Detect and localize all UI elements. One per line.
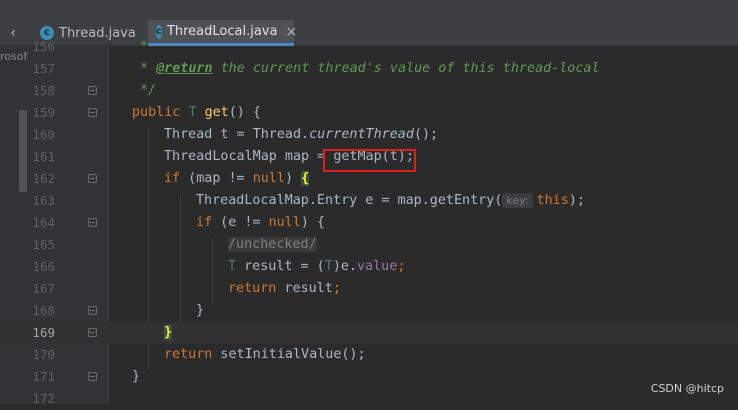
code-line[interactable]: 167 return result;	[0, 278, 738, 300]
line-number: 158	[32, 83, 55, 98]
line-number: 171	[32, 369, 55, 384]
line-number: 169	[32, 325, 55, 340]
fold-end-icon[interactable]	[88, 86, 97, 95]
keyword-null: null	[252, 171, 285, 186]
code-line[interactable]: 163 ThreadLocalMap.Entry e = map.getEntr…	[0, 190, 738, 212]
line-number: 156	[32, 39, 55, 54]
code-line[interactable]: 160 Thread t = Thread.currentThread();	[0, 124, 738, 146]
line-number: 160	[32, 127, 55, 142]
keyword-this: this	[536, 193, 569, 208]
line-number: 167	[32, 281, 55, 296]
code-text: )	[284, 171, 302, 186]
code-text: (map !=	[180, 171, 253, 186]
line-number: 166	[32, 259, 55, 274]
line-number: 164	[32, 215, 55, 230]
red-highlight-box	[323, 149, 416, 172]
semicolon: ;	[397, 259, 406, 274]
line-number: 163	[32, 193, 55, 208]
code-line[interactable]: 157 * @return the current thread's value…	[0, 58, 738, 80]
code-line[interactable]: 170 return setInitialValue();	[0, 344, 738, 366]
code-text: }	[132, 369, 141, 384]
static-call: currentThread	[309, 127, 414, 142]
code-line[interactable]: 156 *	[0, 36, 738, 58]
type-param: T	[188, 105, 197, 120]
keyword-return: return	[164, 347, 213, 362]
window-top-strip	[0, 0, 738, 20]
code-line[interactable]: 172	[0, 388, 738, 410]
code-line[interactable]: 165 /unchecked/	[0, 234, 738, 256]
keyword-null: null	[268, 215, 301, 230]
fold-end-icon[interactable]	[88, 328, 97, 337]
matched-brace-open: {	[301, 171, 310, 186]
suppressed-warning-comment: /unchecked/	[228, 237, 317, 252]
code-text: () {	[228, 105, 261, 120]
javadoc-return-tag: @return	[156, 61, 213, 76]
code-text: setInitialValue();	[212, 347, 366, 362]
line-number: 168	[32, 303, 55, 318]
line-number: 170	[32, 347, 55, 362]
comment-text: the current thread's value of this threa…	[212, 61, 600, 76]
line-number: 165	[32, 237, 55, 252]
code-text: ) {	[300, 215, 325, 230]
code-text: ThreadLocalMap map =	[164, 149, 334, 164]
code-line[interactable]: 164 if (e != null) {	[0, 212, 738, 234]
keyword-return: return	[228, 281, 277, 296]
code-text: ();	[413, 127, 439, 142]
code-text: )e.	[332, 259, 357, 274]
line-number: 172	[32, 391, 55, 406]
code-line[interactable]: 168 }	[0, 300, 738, 322]
matched-brace-close: }	[164, 325, 173, 340]
code-text: ThreadLocalMap.Entry e = map.getEntry(	[196, 193, 503, 208]
watermark: CSDN @hitcp	[650, 382, 724, 395]
fold-start-icon[interactable]	[88, 108, 97, 117]
code-line[interactable]: 158 */	[0, 80, 738, 102]
fold-end-icon[interactable]	[88, 306, 97, 315]
semicolon: ;	[332, 281, 341, 296]
code-line[interactable]: 166 T result = (T)e.value;	[0, 256, 738, 278]
method-name: get	[204, 105, 229, 120]
fold-start-icon[interactable]	[88, 218, 97, 227]
code-text: }	[196, 303, 205, 318]
comment-text: *	[140, 39, 149, 54]
line-number: 161	[32, 149, 55, 164]
code-line-active[interactable]: 169 }	[0, 322, 738, 344]
code-line[interactable]: 171 }	[0, 366, 738, 388]
param-name-hint: key:	[502, 193, 533, 208]
fold-end-icon[interactable]	[88, 372, 97, 381]
fold-start-icon[interactable]	[88, 174, 97, 183]
comment-text: */	[140, 83, 157, 98]
type-param: T	[324, 259, 333, 274]
code-text: );	[568, 193, 585, 208]
line-number: 162	[32, 171, 55, 186]
code-text: (e !=	[212, 215, 269, 230]
keyword-if: if	[164, 171, 181, 186]
code-text: result = (	[236, 259, 325, 274]
keyword-if: if	[196, 215, 213, 230]
code-text: Thread t = Thread.	[164, 127, 310, 142]
field-value: value	[357, 259, 398, 274]
type-param: T	[228, 259, 237, 274]
line-number: 157	[32, 61, 55, 76]
line-number: 159	[32, 105, 55, 120]
code-line[interactable]: 159 public T get() {	[0, 102, 738, 124]
code-text: result	[276, 281, 333, 296]
keyword-public: public	[132, 105, 181, 120]
